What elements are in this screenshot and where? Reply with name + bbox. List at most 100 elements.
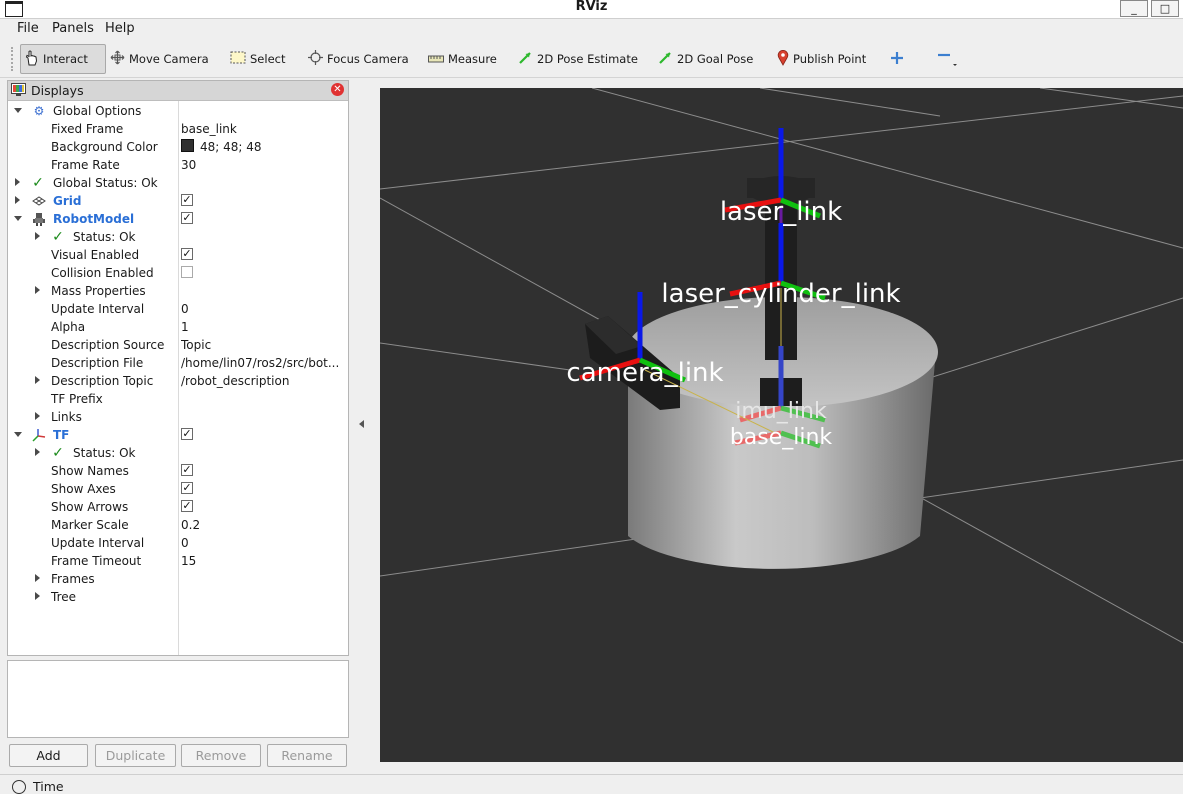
tree-row-links[interactable]: Links	[8, 408, 348, 426]
tree-row-frames[interactable]: Frames	[8, 570, 348, 588]
marker-scale-label: Marker Scale	[51, 518, 129, 532]
tree-row-tf-status[interactable]: ✓ Status: Ok	[8, 444, 348, 462]
tree-row-alpha[interactable]: Alpha 1	[8, 318, 348, 336]
visual-enabled-checkbox[interactable]: ✓	[181, 248, 193, 260]
expand-arrow-icon[interactable]	[14, 432, 22, 437]
expand-arrow-icon[interactable]	[14, 216, 22, 221]
frame-rate-label: Frame Rate	[51, 158, 120, 172]
tree-row-tf-update-interval[interactable]: Update Interval 0	[8, 534, 348, 552]
grid-enabled-checkbox[interactable]: ✓	[181, 194, 193, 206]
menu-help[interactable]: Help	[105, 21, 135, 36]
select-tool-button[interactable]: Select	[230, 44, 285, 74]
goal-pose-tool-label: 2D Goal Pose	[677, 52, 754, 66]
show-arrows-label: Show Arrows	[51, 500, 129, 514]
tree-row-background-color[interactable]: Background Color 48; 48; 48	[8, 138, 348, 156]
rename-button[interactable]: Rename	[267, 744, 347, 767]
measure-tool-button[interactable]: Measure	[428, 44, 497, 74]
tree-row-description-source[interactable]: Description Source Topic	[8, 336, 348, 354]
move-arrows-icon	[110, 50, 125, 68]
toolbar-grip[interactable]	[11, 47, 16, 71]
tree-row-show-arrows[interactable]: Show Arrows ✓	[8, 498, 348, 516]
duplicate-button[interactable]: Duplicate	[95, 744, 176, 767]
interact-tool-button[interactable]: Interact	[20, 44, 106, 74]
tree-row-tf[interactable]: TF ✓	[8, 426, 348, 444]
expand-arrow-icon[interactable]	[35, 376, 40, 384]
move-camera-tool-button[interactable]: Move Camera	[110, 44, 209, 74]
menu-file[interactable]: File	[17, 21, 39, 36]
focus-camera-tool-label: Focus Camera	[327, 52, 409, 66]
tree-row-fixed-frame[interactable]: Fixed Frame base_link	[8, 120, 348, 138]
tree-row-update-interval[interactable]: Update Interval 0	[8, 300, 348, 318]
tree-row-show-axes[interactable]: Show Axes ✓	[8, 480, 348, 498]
description-topic-value[interactable]: /robot_description	[181, 372, 289, 390]
expand-arrow-icon[interactable]	[15, 196, 20, 204]
show-axes-checkbox[interactable]: ✓	[181, 482, 193, 494]
robot-icon	[32, 212, 46, 226]
focus-camera-tool-button[interactable]: Focus Camera	[308, 44, 409, 74]
add-tool-button[interactable]	[890, 44, 908, 74]
robotmodel-enabled-checkbox[interactable]: ✓	[181, 212, 193, 224]
add-button[interactable]: Add	[9, 744, 88, 767]
tree-row-marker-scale[interactable]: Marker Scale 0.2	[8, 516, 348, 534]
expand-arrow-icon[interactable]	[15, 178, 20, 186]
maximize-button[interactable]: □	[1151, 0, 1179, 17]
axes-icon	[32, 428, 46, 442]
robotmodel-status-label: Status: Ok	[73, 230, 136, 244]
expand-arrow-icon[interactable]	[35, 448, 40, 456]
background-color-value: 48; 48; 48	[200, 140, 262, 154]
expand-arrow-icon[interactable]	[35, 286, 40, 294]
clock-icon	[12, 780, 26, 794]
marker-scale-value[interactable]: 0.2	[181, 516, 200, 534]
publish-point-tool-button[interactable]: Publish Point	[777, 44, 866, 74]
description-source-value[interactable]: Topic	[181, 336, 211, 354]
expand-arrow-icon[interactable]	[35, 232, 40, 240]
select-rect-icon	[230, 51, 246, 67]
tree-row-global-options[interactable]: ⚙ Global Options	[8, 102, 348, 120]
tree-row-frame-timeout[interactable]: Frame Timeout 15	[8, 552, 348, 570]
tree-row-description-file[interactable]: Description File /home/lin07/ros2/src/bo…	[8, 354, 348, 372]
show-names-checkbox[interactable]: ✓	[181, 464, 193, 476]
frame-rate-value[interactable]: 30	[181, 156, 196, 174]
expand-arrow-icon[interactable]	[35, 574, 40, 582]
tf-enabled-checkbox[interactable]: ✓	[181, 428, 193, 440]
tree-row-tree[interactable]: Tree	[8, 588, 348, 606]
tree-row-tf-prefix[interactable]: TF Prefix	[8, 390, 348, 408]
menu-panels[interactable]: Panels	[52, 21, 94, 36]
tree-row-visual-enabled[interactable]: Visual Enabled ✓	[8, 246, 348, 264]
collapse-panel-arrow-icon[interactable]	[359, 420, 364, 428]
collision-enabled-checkbox[interactable]	[181, 266, 193, 278]
expand-arrow-icon[interactable]	[35, 592, 40, 600]
remove-button[interactable]: Remove	[181, 744, 261, 767]
pose-estimate-tool-button[interactable]: 2D Pose Estimate	[518, 44, 638, 74]
tree-row-global-status[interactable]: ✓ Global Status: Ok	[8, 174, 348, 192]
ruler-icon	[428, 52, 444, 66]
expand-arrow-icon[interactable]	[35, 412, 40, 420]
remove-tool-button[interactable]	[937, 44, 961, 74]
update-interval-value[interactable]: 0	[181, 300, 189, 318]
expand-arrow-icon[interactable]	[14, 108, 22, 113]
tf-frame-label: imu_link	[735, 399, 827, 424]
tf-update-interval-label: Update Interval	[51, 536, 145, 550]
background-color-field[interactable]: 48; 48; 48	[181, 138, 262, 156]
minimize-button[interactable]: _	[1120, 0, 1148, 17]
fixed-frame-value[interactable]: base_link	[181, 120, 237, 138]
tf-frame-label: laser_cylinder_link	[661, 279, 900, 309]
show-arrows-checkbox[interactable]: ✓	[181, 500, 193, 512]
tree-row-show-names[interactable]: Show Names ✓	[8, 462, 348, 480]
close-icon[interactable]: ✕	[331, 83, 344, 96]
frame-timeout-value[interactable]: 15	[181, 552, 196, 570]
robotmodel-label: RobotModel	[53, 212, 135, 226]
render-viewport[interactable]: laser_link laser_cylinder_link camera_li…	[380, 88, 1183, 762]
tf-update-interval-value[interactable]: 0	[181, 534, 189, 552]
goal-pose-tool-button[interactable]: 2D Goal Pose	[658, 44, 753, 74]
tree-row-description-topic[interactable]: Description Topic /robot_description	[8, 372, 348, 390]
tree-row-frame-rate[interactable]: Frame Rate 30	[8, 156, 348, 174]
alpha-value[interactable]: 1	[181, 318, 189, 336]
tree-row-robotmodel[interactable]: RobotModel ✓	[8, 210, 348, 228]
show-axes-label: Show Axes	[51, 482, 116, 496]
tree-row-grid[interactable]: Grid ✓	[8, 192, 348, 210]
tree-row-robotmodel-status[interactable]: ✓ Status: Ok	[8, 228, 348, 246]
tree-row-collision-enabled[interactable]: Collision Enabled	[8, 264, 348, 282]
description-file-value[interactable]: /home/lin07/ros2/src/bot...	[181, 354, 339, 372]
tree-row-mass-properties[interactable]: Mass Properties	[8, 282, 348, 300]
